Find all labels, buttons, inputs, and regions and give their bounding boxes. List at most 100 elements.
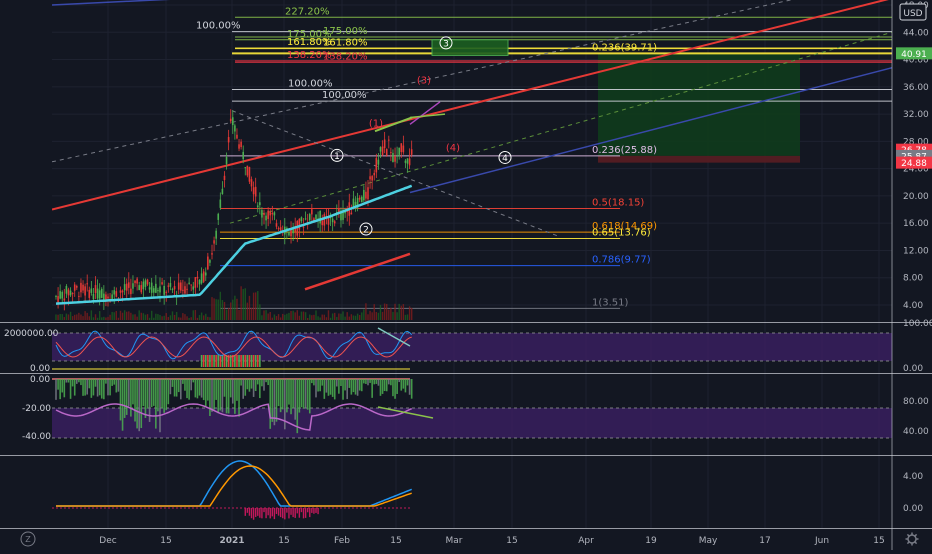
hist-bar-27 <box>111 379 113 386</box>
gear-tooth-7 <box>914 533 918 537</box>
candle-body-41 <box>140 285 143 293</box>
candle-body-99 <box>261 210 263 218</box>
candle-body-35 <box>128 282 130 288</box>
volume-bar-13 <box>82 316 84 320</box>
candle-body-70 <box>200 273 203 284</box>
volume-bar-56 <box>171 311 174 320</box>
volume-bar-127 <box>319 317 321 320</box>
candle-body-168 <box>404 160 407 163</box>
candle-body-149 <box>365 191 367 199</box>
hist-bar-113 <box>290 379 292 415</box>
hist-bar-143 <box>352 379 355 393</box>
hist-bar-1 <box>57 379 59 390</box>
candle-body-100 <box>263 212 265 215</box>
fib-label-11: 0.236(25.88) <box>592 145 657 156</box>
candle-body-147 <box>360 196 363 203</box>
chart-svg[interactable]: 227.20%100.00%175.00%175.00%161.80%161.8… <box>0 0 932 550</box>
candle-body-152 <box>371 176 373 181</box>
hist-bar-19 <box>94 379 97 387</box>
volume-bar-7 <box>69 311 72 320</box>
candle-body-32 <box>121 290 124 293</box>
gear-icon[interactable] <box>905 532 919 546</box>
volume-bar-16 <box>88 316 90 320</box>
hist-bar-16 <box>88 379 91 389</box>
volume-bar-146 <box>358 315 361 320</box>
hist-bar-159 <box>385 379 388 392</box>
volume-bar-68 <box>196 317 199 320</box>
hist-bar-127 <box>319 379 321 392</box>
candle-body-50 <box>159 286 161 293</box>
macd-hist-125 <box>315 508 317 513</box>
hist-bar-115 <box>294 379 296 420</box>
volume-bar-140 <box>346 312 348 320</box>
hist-bar-126 <box>317 379 319 392</box>
candle-body-151 <box>369 176 371 180</box>
volume-bar-148 <box>363 309 365 320</box>
hist-bar-118 <box>300 379 303 408</box>
hist-bar-0 <box>55 379 57 400</box>
volume-bar-79 <box>219 291 222 320</box>
volume-bar-92 <box>246 302 249 320</box>
candle-body-9 <box>73 284 76 291</box>
hist-bar-155 <box>377 379 380 386</box>
volume-bar-75 <box>211 297 213 320</box>
volume-bar-48 <box>155 313 157 320</box>
price-tick-8: 36.00 <box>903 83 929 93</box>
candle-body-74 <box>209 260 211 263</box>
volume-bar-34 <box>126 311 128 320</box>
candle-body-59 <box>177 282 180 290</box>
wave-num-4: 2 <box>363 226 369 236</box>
hist-left-0: 0.00 <box>30 375 50 385</box>
candle-body-72 <box>204 272 207 276</box>
hist-bar-66 <box>192 379 195 383</box>
hist-bar-62 <box>184 379 186 391</box>
volume-bar-138 <box>342 311 344 320</box>
hist-bar-108 <box>279 379 282 413</box>
candle-body-103 <box>269 211 272 216</box>
candle-body-119 <box>302 226 305 228</box>
stop-zone <box>598 155 800 163</box>
candle-body-34 <box>125 283 128 291</box>
hist-bar-120 <box>304 379 307 408</box>
volume-bar-116 <box>296 310 298 320</box>
hist-bar-17 <box>90 379 93 398</box>
hist-bar-151 <box>369 379 371 383</box>
volume-bar-111 <box>286 313 288 320</box>
hist-bar-63 <box>186 379 188 399</box>
volume-bar-87 <box>236 298 238 320</box>
volume-bar-31 <box>119 310 122 320</box>
hist-bar-25 <box>107 379 109 396</box>
candle-body-61 <box>182 289 184 291</box>
volume-bar-115 <box>294 312 296 320</box>
fib-label-14: 0.65(13.76) <box>592 227 651 238</box>
volume-bar-95 <box>252 292 255 320</box>
macd-hist-113 <box>290 508 292 515</box>
macd-hist-92 <box>246 508 249 513</box>
candle-body-160 <box>388 139 390 141</box>
volume-bar-63 <box>186 316 188 320</box>
wave-num-3: 1 <box>334 152 340 162</box>
hist-bar-91 <box>244 379 247 396</box>
candle-body-31 <box>119 290 122 293</box>
gear-tooth-3 <box>906 541 910 545</box>
hist-bar-141 <box>348 379 351 388</box>
volume-bar-130 <box>325 317 328 320</box>
hist-bar-67 <box>194 379 197 398</box>
volume-bar-69 <box>198 315 201 320</box>
volume-bar-26 <box>109 314 111 320</box>
volume-bar-41 <box>140 312 142 320</box>
hist-bar-22 <box>100 379 103 399</box>
time-label-7: 15 <box>506 536 517 546</box>
hist-bar-124 <box>313 379 315 386</box>
hist-bar-95 <box>252 379 255 397</box>
candle-body-0 <box>55 296 57 298</box>
volume-bar-103 <box>269 311 271 320</box>
time-label-11: 17 <box>759 536 770 546</box>
candle-body-117 <box>298 218 301 230</box>
volume-bar-44 <box>146 314 149 320</box>
hist-bar-170 <box>408 379 411 395</box>
hist-bar-94 <box>250 379 253 389</box>
price-tick-1: 8.00 <box>903 274 923 284</box>
candle-body-88 <box>238 144 240 149</box>
osc-bar-87 <box>236 355 238 367</box>
